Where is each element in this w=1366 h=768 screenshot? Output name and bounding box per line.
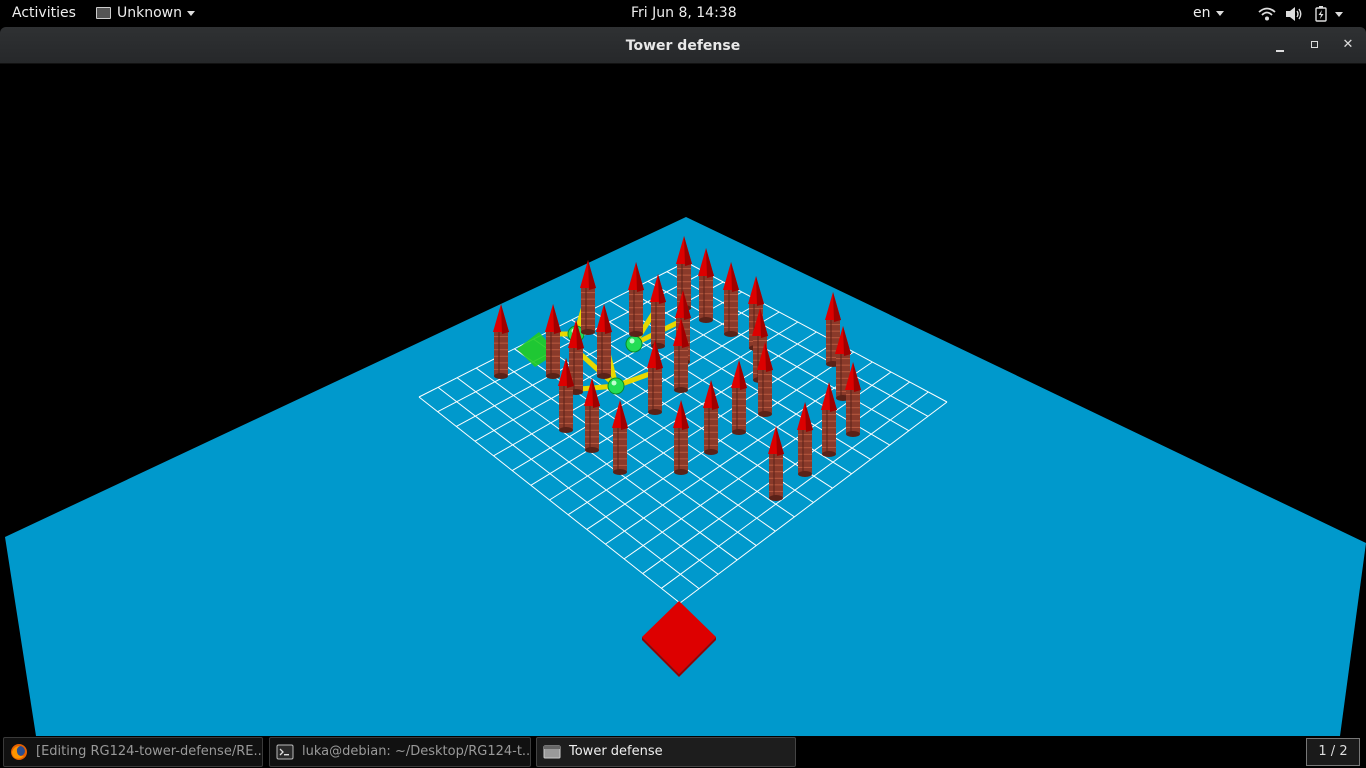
- maximize-button[interactable]: [1304, 35, 1324, 55]
- app-menu-label: Unknown: [117, 5, 182, 21]
- tower-base: [724, 331, 738, 337]
- enemy-highlight: [629, 338, 635, 344]
- tower-base: [846, 431, 860, 437]
- tower-base: [758, 411, 772, 417]
- close-icon: ✕: [1342, 37, 1354, 52]
- minimize-icon: [1276, 50, 1284, 52]
- tower-base: [613, 469, 627, 475]
- language-menu[interactable]: en: [1193, 0, 1224, 27]
- tower-base: [704, 449, 718, 455]
- tower-base: [559, 427, 573, 433]
- clock[interactable]: Fri Jun 8, 14:38: [631, 0, 737, 27]
- firefox-icon: [11, 744, 27, 760]
- game-canvas[interactable]: [0, 64, 1366, 736]
- tower-base: [674, 469, 688, 475]
- tower-base: [585, 447, 599, 453]
- system-status-icons: [1258, 6, 1343, 22]
- tower-base: [546, 373, 560, 379]
- tower-base: [699, 317, 713, 323]
- chevron-down-icon: [187, 10, 195, 16]
- enemy-highlight: [611, 380, 617, 386]
- minimize-button[interactable]: [1270, 35, 1290, 55]
- tower-base: [822, 451, 836, 457]
- app-menu-icon: [96, 7, 111, 19]
- app-menu[interactable]: Unknown: [96, 0, 195, 27]
- window-titlebar[interactable]: Tower defense ✕: [0, 27, 1366, 64]
- task-label: [Editing RG124-tower-defense/RE...: [36, 744, 263, 759]
- task-terminal[interactable]: luka@debian: ~/Desktop/RG124-t...: [269, 737, 531, 767]
- window-icon: [543, 745, 561, 759]
- task-tower-defense[interactable]: Tower defense: [536, 737, 796, 767]
- close-button[interactable]: ✕: [1338, 35, 1358, 55]
- chevron-down-icon: [1215, 10, 1224, 16]
- enemy-sphere: [607, 377, 625, 395]
- maximize-icon: [1310, 41, 1318, 48]
- tower-base: [494, 373, 508, 379]
- tower-base: [732, 429, 746, 435]
- chevron-down-icon: [1335, 12, 1343, 17]
- tower-base: [648, 409, 662, 415]
- taskbar: [Editing RG124-tower-defense/RE... luka@…: [0, 736, 1366, 768]
- tower-base: [597, 373, 611, 379]
- task-label: luka@debian: ~/Desktop/RG124-t...: [302, 744, 531, 759]
- wifi-icon: [1258, 7, 1276, 21]
- tower-base: [798, 471, 812, 477]
- volume-icon: [1286, 7, 1302, 21]
- task-firefox[interactable]: [Editing RG124-tower-defense/RE...: [3, 737, 263, 767]
- tower-base: [629, 331, 643, 337]
- game-scene[interactable]: [0, 64, 1366, 736]
- battery-icon: [1315, 6, 1327, 22]
- workspace-indicator[interactable]: 1 / 2: [1306, 738, 1360, 766]
- system-menu[interactable]: [1258, 5, 1358, 22]
- tower-base: [769, 495, 783, 501]
- language-label: en: [1193, 5, 1211, 21]
- window-title: Tower defense: [625, 38, 741, 54]
- tower-base: [581, 329, 595, 335]
- terminal-icon: [276, 744, 294, 760]
- activities-button[interactable]: Activities: [12, 0, 76, 27]
- top-bar: Activities Unknown Fri Jun 8, 14:38 en: [0, 0, 1366, 27]
- enemy-sphere: [625, 335, 643, 353]
- task-label: Tower defense: [569, 744, 663, 759]
- tower-base: [674, 387, 688, 393]
